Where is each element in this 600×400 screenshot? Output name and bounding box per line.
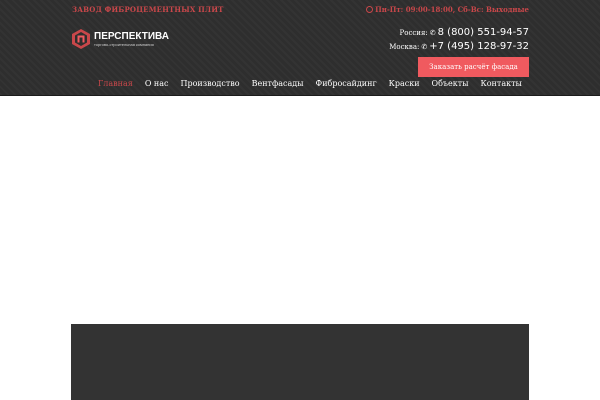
logo-mark-icon — [72, 29, 90, 49]
nav-item-contacts[interactable]: Контакты — [475, 78, 528, 90]
phone-city: Москва: — [389, 43, 420, 51]
nav-item-objects[interactable]: Объекты — [426, 78, 475, 90]
phone-number[interactable]: 8 (800) 551-94-57 — [438, 26, 529, 40]
main-content-area — [0, 96, 600, 324]
dark-content-block — [71, 324, 529, 400]
phone-icon: ✆ — [421, 43, 428, 51]
logo-text: ПЕРСПЕКТИВА торгово-строительная компани… — [94, 31, 169, 47]
nav-item-fibrosiding[interactable]: Фибросайдинг — [310, 78, 383, 90]
nav-item-production[interactable]: Производство — [175, 78, 246, 90]
site-header: ЗАВОД ФИБРОЦЕМЕНТНЫХ ПЛИТ Пн-Пт: 09:00-1… — [0, 0, 600, 96]
nav-item-paints[interactable]: Краски — [383, 78, 426, 90]
phone-russia[interactable]: Россия: ✆ 8 (800) 551-94-57 — [389, 26, 529, 40]
phones: Россия: ✆ 8 (800) 551-94-57 Москва: ✆ +7… — [389, 26, 529, 54]
logo[interactable]: ПЕРСПЕКТИВА торгово-строительная компани… — [71, 28, 169, 50]
order-facade-calculation-button[interactable]: Заказать расчёт фасада — [418, 57, 529, 77]
nav-item-home[interactable]: Главная — [98, 78, 139, 90]
phone-number[interactable]: +7 (495) 128-97-32 — [429, 40, 529, 54]
logo-name: ПЕРСПЕКТИВА — [94, 31, 169, 42]
phone-moscow[interactable]: Москва: ✆ +7 (495) 128-97-32 — [389, 40, 529, 54]
logo-tagline: торгово-строительная компания — [94, 42, 154, 47]
phone-icon: ✆ — [429, 29, 436, 37]
working-hours-text: Пн-Пт: 09:00-18:00, Сб-Вс: Выходные — [375, 5, 529, 14]
nav-item-ventfacades[interactable]: Вентфасады — [246, 78, 310, 90]
phone-city: Россия: — [399, 29, 428, 37]
tagline-top: ЗАВОД ФИБРОЦЕМЕНТНЫХ ПЛИТ — [72, 5, 224, 14]
working-hours: Пн-Пт: 09:00-18:00, Сб-Вс: Выходные — [366, 5, 529, 14]
main-nav: Главная О нас Производство Вентфасады Фи… — [98, 78, 528, 90]
nav-item-about[interactable]: О нас — [139, 78, 175, 90]
clock-icon — [366, 6, 374, 13]
